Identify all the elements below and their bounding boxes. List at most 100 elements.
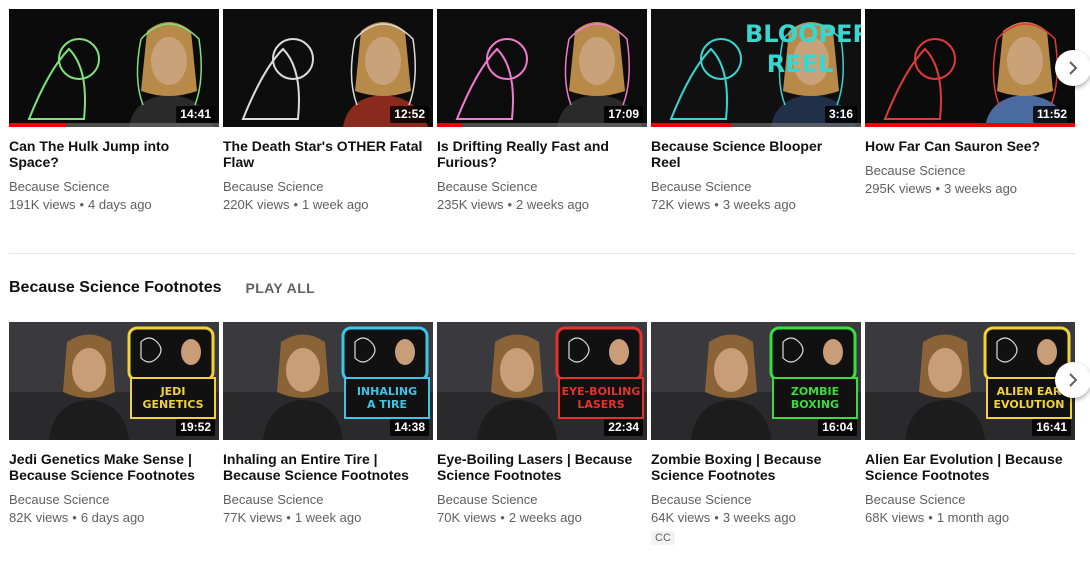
watch-progress-bar: [865, 123, 1075, 127]
view-count: 70K views: [437, 510, 497, 525]
video-thumbnail[interactable]: BLOOPER REEL 3:16: [651, 9, 861, 127]
channel-name[interactable]: Because Science: [651, 178, 861, 196]
duration-badge: 12:52: [390, 106, 429, 123]
video-card[interactable]: JEDI GENETICS 19:52 Jedi Genetics Make Sens…: [9, 322, 219, 527]
thumbnail-caption: JEDI GENETICS: [131, 379, 215, 417]
thumbnail-caption-line: ALIEN EAR: [996, 385, 1062, 398]
video-title[interactable]: Because Science Blooper Reel: [651, 138, 851, 170]
video-title[interactable]: Jedi Genetics Make Sense | Because Scien…: [9, 451, 209, 483]
thumbnail-caption-line: INHALING: [356, 385, 418, 398]
view-count: 68K views: [865, 510, 925, 525]
duration-badge: 22:34: [604, 419, 643, 436]
meta-separator: •: [928, 510, 933, 525]
meta-separator: •: [935, 181, 941, 196]
upload-age: 4 days ago: [88, 197, 152, 212]
video-meta: 70K views • 2 weeks ago: [437, 509, 647, 527]
video-card[interactable]: ZOMBIE BOXING 16:04 Zombie Boxing | Because…: [651, 322, 861, 546]
video-thumbnail[interactable]: 11:52: [865, 9, 1075, 127]
channel-name[interactable]: Because Science: [865, 162, 1075, 180]
channel-name[interactable]: Because Science: [651, 491, 861, 509]
view-count: 295K views: [865, 181, 932, 196]
thumbnail-caption-line: REEL: [766, 50, 834, 78]
duration-badge: 14:38: [390, 419, 429, 436]
video-thumbnail[interactable]: JEDI GENETICS 19:52: [9, 322, 219, 440]
view-count: 77K views: [223, 510, 283, 525]
thumbnail-caption-line: LASERS: [577, 398, 625, 411]
video-meta: 68K views • 1 month ago: [865, 509, 1075, 527]
video-card[interactable]: EYE-BOILING LASERS 22:34 Eye-Boiling Lasers…: [437, 322, 647, 527]
channel-name[interactable]: Because Science: [865, 491, 1075, 509]
meta-separator: •: [293, 197, 299, 212]
duration-badge: 11:52: [1032, 106, 1071, 123]
closed-captions-badge: CC: [651, 531, 675, 545]
view-count: 82K views: [9, 510, 69, 525]
video-row: JEDI GENETICS 19:52 Jedi Genetics Make Sens…: [9, 322, 1090, 552]
video-title[interactable]: Can The Hulk Jump into Space?: [9, 138, 209, 170]
thumbnail-caption-line: BOXING: [790, 398, 840, 411]
upload-age: 3 weeks ago: [722, 510, 796, 525]
video-card[interactable]: 12:52 The Death Star's OTHER Fatal Flaw Be…: [223, 9, 433, 214]
next-videos-button[interactable]: [1055, 362, 1090, 398]
meta-separator: •: [714, 197, 719, 212]
video-title[interactable]: Zombie Boxing | Because Science Footnote…: [651, 451, 851, 483]
channel-name[interactable]: Because Science: [437, 491, 647, 509]
thumbnail-caption: ZOMBIE BOXING: [773, 379, 857, 417]
video-thumbnail[interactable]: EYE-BOILING LASERS 22:34: [437, 322, 647, 440]
video-title[interactable]: Eye-Boiling Lasers | Because Science Foo…: [437, 451, 637, 483]
video-meta: 82K views • 6 days ago: [9, 509, 219, 527]
next-videos-button[interactable]: [1055, 50, 1090, 86]
duration-badge: 16:04: [818, 419, 857, 436]
video-card[interactable]: BLOOPER REEL 3:16 Because Science Blooper R…: [651, 9, 861, 214]
video-thumbnail[interactable]: 12:52: [223, 9, 433, 127]
video-thumbnail[interactable]: 14:41: [9, 9, 219, 127]
video-card[interactable]: 14:41 Can The Hulk Jump into Space? Becaus…: [9, 9, 219, 214]
video-card[interactable]: 11:52 How Far Can Sauron See? Because Scie…: [865, 9, 1075, 198]
video-meta: 220K views • 1 week ago: [223, 196, 433, 214]
meta-separator: •: [500, 510, 505, 525]
channel-name[interactable]: Because Science: [437, 178, 647, 196]
video-card[interactable]: ALIEN EAR EVOLUTION 16:41 Alien Ear Evoluti…: [865, 322, 1075, 527]
video-shelf-recent: 14:41 Can The Hulk Jump into Space? Becaus…: [9, 9, 1090, 239]
shelf-title[interactable]: Because Science Footnotes: [9, 279, 222, 297]
thumbnail-caption-line: EYE-BOILING: [561, 385, 641, 398]
upload-age: 1 week ago: [294, 510, 362, 525]
duration-badge: 3:16: [824, 106, 857, 123]
play-all-button[interactable]: PLAY ALL: [246, 280, 316, 296]
video-title[interactable]: Alien Ear Evolution | Because Science Fo…: [865, 451, 1065, 483]
thumbnail-caption: BLOOPER REEL: [745, 19, 861, 79]
chevron-right-icon: [1069, 373, 1078, 387]
video-title[interactable]: How Far Can Sauron See?: [865, 138, 1065, 154]
video-row: 14:41 Can The Hulk Jump into Space? Becaus…: [9, 9, 1090, 239]
video-title[interactable]: Is Drifting Really Fast and Furious?: [437, 138, 637, 170]
duration-badge: 14:41: [176, 106, 215, 123]
watch-progress-bar: [651, 123, 731, 127]
duration-badge: 16:41: [1032, 419, 1071, 436]
video-card[interactable]: INHALING A TIRE 14:38 Inhaling an Entire Ti…: [223, 322, 433, 527]
upload-age: 1 month ago: [936, 510, 1010, 525]
video-thumbnail[interactable]: 17:09: [437, 9, 647, 127]
video-thumbnail[interactable]: ALIEN EAR EVOLUTION 16:41: [865, 322, 1075, 440]
video-card[interactable]: 17:09 Is Drifting Really Fast and Furious…: [437, 9, 647, 214]
channel-name[interactable]: Because Science: [9, 178, 219, 196]
video-meta: 64K views • 3 weeks ago: [651, 509, 861, 527]
meta-separator: •: [286, 510, 291, 525]
channel-name[interactable]: Because Science: [223, 491, 433, 509]
watch-progress-track: [437, 123, 647, 127]
video-thumbnail[interactable]: INHALING A TIRE 14:38: [223, 322, 433, 440]
video-meta: 72K views • 3 weeks ago: [651, 196, 861, 214]
view-count: 64K views: [651, 510, 711, 525]
upload-age: 6 days ago: [80, 510, 145, 525]
upload-age: 2 weeks ago: [508, 510, 582, 525]
view-count: 235K views: [437, 197, 504, 212]
meta-separator: •: [507, 197, 513, 212]
video-title[interactable]: The Death Star's OTHER Fatal Flaw: [223, 138, 423, 170]
view-count: 191K views: [9, 197, 76, 212]
shelf-divider: [9, 253, 1075, 254]
video-title[interactable]: Inhaling an Entire Tire | Because Scienc…: [223, 451, 423, 483]
meta-separator: •: [714, 510, 719, 525]
thumbnail-caption-line: JEDI: [160, 385, 186, 398]
channel-name[interactable]: Because Science: [9, 491, 219, 509]
upload-age: 2 weeks ago: [516, 197, 590, 212]
channel-name[interactable]: Because Science: [223, 178, 433, 196]
video-thumbnail[interactable]: ZOMBIE BOXING 16:04: [651, 322, 861, 440]
